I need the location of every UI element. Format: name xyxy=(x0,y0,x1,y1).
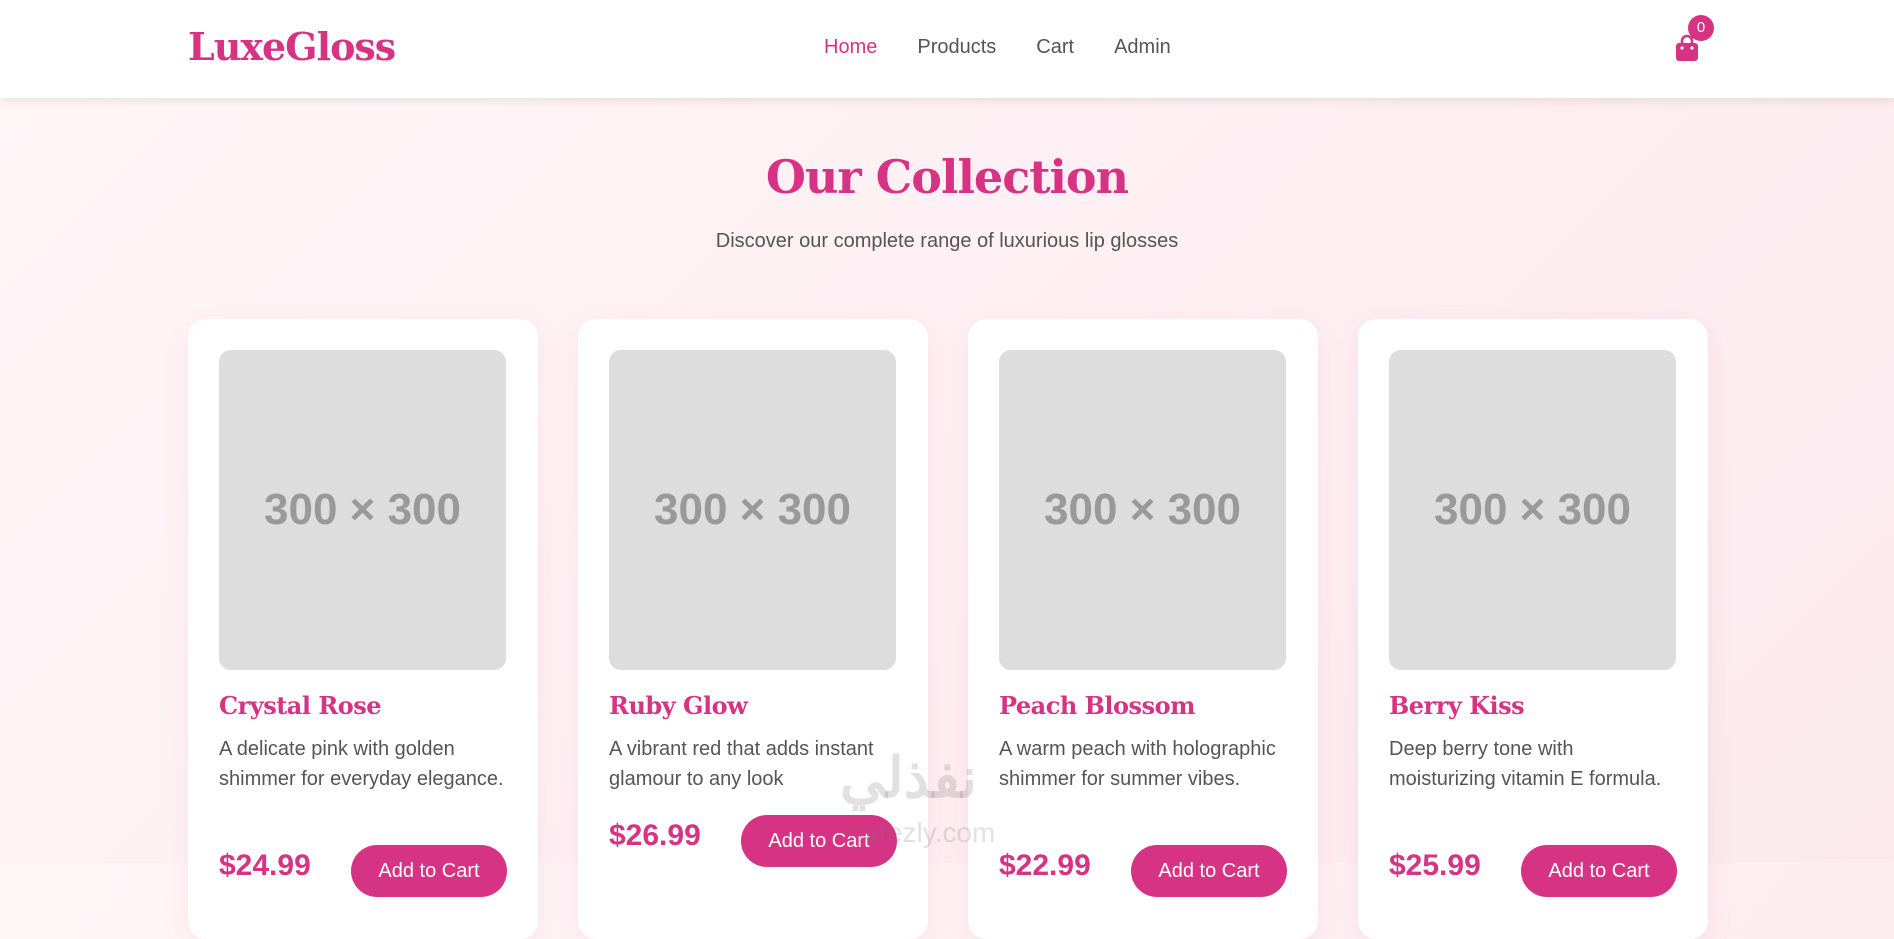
main-nav: Home Products Cart Admin xyxy=(824,36,1171,59)
nav-link-products[interactable]: Products xyxy=(917,36,996,59)
add-to-cart-button[interactable]: Add to Cart xyxy=(741,815,897,867)
nav-link-cart[interactable]: Cart xyxy=(1036,36,1074,59)
product-card-berry-kiss: 300 × 300 Berry Kiss Deep berry tone wit… xyxy=(1358,319,1708,939)
product-name: Peach Blossom xyxy=(999,691,1195,720)
add-to-cart-button[interactable]: Add to Cart xyxy=(1521,845,1677,897)
product-price: $25.99 xyxy=(1389,849,1481,882)
add-to-cart-button[interactable]: Add to Cart xyxy=(1131,845,1287,897)
nav-link-home[interactable]: Home xyxy=(824,36,877,59)
product-image-placeholder: 300 × 300 xyxy=(999,350,1286,670)
product-card-ruby-glow: 300 × 300 Ruby Glow A vibrant red that a… xyxy=(578,319,928,939)
product-price: $24.99 xyxy=(219,849,311,882)
product-price: $22.99 xyxy=(999,849,1091,882)
add-to-cart-button[interactable]: Add to Cart xyxy=(351,845,507,897)
product-description: A warm peach with holographic shimmer fo… xyxy=(999,738,1276,790)
product-image-placeholder: 300 × 300 xyxy=(609,350,896,670)
nav-link-admin[interactable]: Admin xyxy=(1114,36,1171,59)
product-price: $26.99 xyxy=(609,819,701,852)
product-name: Berry Kiss xyxy=(1389,691,1525,720)
product-description: A delicate pink with golden shimmer for … xyxy=(219,738,504,790)
product-name: Crystal Rose xyxy=(219,691,382,720)
product-description: Deep berry tone with moisturizing vitami… xyxy=(1389,738,1662,790)
product-card-peach-blossom: 300 × 300 Peach Blossom A warm peach wit… xyxy=(968,319,1318,939)
product-image-placeholder: 300 × 300 xyxy=(1389,350,1676,670)
product-image-placeholder: 300 × 300 xyxy=(219,350,506,670)
collection-subtitle: Discover our complete range of luxurious… xyxy=(715,230,1179,252)
product-name: Ruby Glow xyxy=(609,691,748,720)
cart-count-badge: 0 xyxy=(1688,15,1714,41)
product-card-crystal-rose: 300 × 300 Crystal Rose A delicate pink w… xyxy=(188,319,538,939)
brand-logo[interactable]: LuxeGloss xyxy=(188,24,396,69)
product-description: A vibrant red that adds instant glamour … xyxy=(609,738,874,790)
top-navbar: LuxeGloss Home Products Cart Admin 0 xyxy=(0,0,1894,98)
collection-title: Our Collection xyxy=(765,150,1129,204)
